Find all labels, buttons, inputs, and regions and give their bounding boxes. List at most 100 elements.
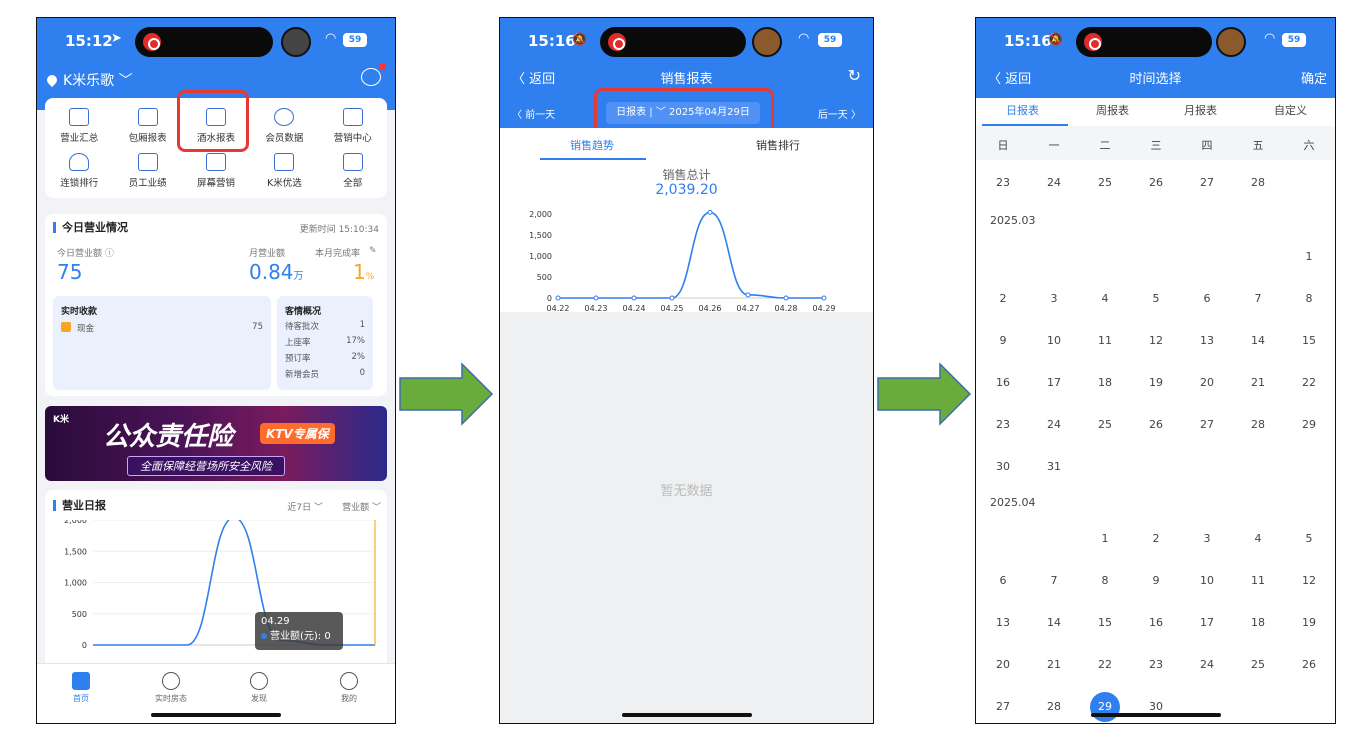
grid-item-member-data[interactable]: 会员数据 [250,108,318,150]
range-filter[interactable]: 近7日 ﹀ [287,500,323,513]
calendar-day[interactable]: 4 [1240,532,1276,545]
calendar-day[interactable]: 11 [1087,334,1123,347]
chart-tooltip: 04.29 营业额(元): 0 [255,612,343,650]
tab-monthly[interactable]: 月报表 [1184,102,1217,118]
tab-custom[interactable]: 自定义 [1274,102,1307,118]
calendar-day[interactable]: 29 [1291,418,1327,431]
calendar-day[interactable]: 20 [1189,376,1225,389]
next-day-button[interactable]: 后一天 〉 [818,106,861,121]
calendar-day[interactable]: 6 [985,574,1021,587]
calendar-day[interactable]: 8 [1087,574,1123,587]
grid-item-chain-ranking[interactable]: 连锁排行 [45,153,113,195]
calendar-day[interactable]: 27 [1189,176,1225,189]
calendar-day[interactable]: 15 [1291,334,1327,347]
grid-item-all[interactable]: 全部 [319,153,387,195]
tab-sales-ranking[interactable]: 销售排行 [756,137,800,153]
calendar-day[interactable]: 30 [1138,700,1174,713]
calendar-day[interactable]: 6 [1189,292,1225,305]
calendar-day[interactable]: 16 [1138,616,1174,629]
tab-weekly[interactable]: 周报表 [1096,102,1129,118]
tab-daily[interactable]: 日报表 [1006,102,1039,118]
calendar-day[interactable]: 25 [1087,176,1123,189]
calendar-day[interactable]: 24 [1189,658,1225,671]
prev-day-button[interactable]: 〈 前一天 [512,106,555,121]
calendar-day[interactable]: 1 [1087,532,1123,545]
calendar-day[interactable]: 7 [1240,292,1276,305]
store-selector[interactable]: K米乐歌 ﹀ [44,70,133,90]
confirm-button[interactable]: 确定 [1301,68,1327,87]
calendar-day[interactable]: 5 [1291,532,1327,545]
guest-overview-panel[interactable]: 客情概况 待客批次 1 上座率 17% 预订率 2% 新增会员 0 [277,296,373,390]
calendar-day[interactable]: 26 [1138,418,1174,431]
calendar-day[interactable]: 23 [985,418,1021,431]
calendar-day[interactable]: 27 [1189,418,1225,431]
calendar-day[interactable]: 24 [1036,176,1072,189]
grid-item-staff-performance[interactable]: 员工业绩 [113,153,181,195]
calendar-day[interactable]: 27 [985,700,1021,713]
tab-room-status[interactable]: 实时房态 [141,672,201,704]
tab-home[interactable]: 首页 [51,672,111,704]
calendar-day[interactable]: 7 [1036,574,1072,587]
tab-sales-trend[interactable]: 销售趋势 [570,137,614,153]
calendar-day[interactable]: 14 [1240,334,1276,347]
calendar-day[interactable]: 20 [985,658,1021,671]
calendar-day[interactable]: 21 [1036,658,1072,671]
calendar-day[interactable]: 23 [1138,658,1174,671]
calendar-day[interactable]: 2 [1138,532,1174,545]
calendar-day[interactable]: 28 [1240,418,1276,431]
grid-item-marketing-center[interactable]: 营销中心 [319,108,387,150]
grid-item-sales-summary[interactable]: 营业汇总 [45,108,113,150]
grid-item-kmi-select[interactable]: K米优选 [250,153,318,195]
realtime-income-panel[interactable]: 实时收款 现金 75 [53,296,271,390]
grid-item-screen-marketing[interactable]: 屏幕营销 [182,153,250,195]
tab-discover[interactable]: 发现 [229,672,289,704]
calendar-day[interactable]: 4 [1087,292,1123,305]
metric-filter[interactable]: 营业额 ﹀ [342,500,381,513]
calendar-day[interactable]: 19 [1138,376,1174,389]
calendar-day[interactable]: 30 [985,460,1021,473]
calendar-day[interactable]: 3 [1189,532,1225,545]
edit-icon[interactable]: ✎ [369,246,377,256]
calendar-day[interactable]: 13 [985,616,1021,629]
calendar-day[interactable]: 22 [1087,658,1123,671]
calendar-day[interactable]: 14 [1036,616,1072,629]
calendar-day[interactable]: 18 [1240,616,1276,629]
calendar-day[interactable]: 12 [1138,334,1174,347]
message-icon[interactable] [361,63,386,86]
calendar-day[interactable]: 11 [1240,574,1276,587]
calendar-day[interactable]: 9 [1138,574,1174,587]
insurance-banner[interactable]: K米 公众责任险 KTV专属保 全面保障经营场所安全风险 [45,406,387,481]
calendar-day[interactable]: 17 [1189,616,1225,629]
calendar-day[interactable]: 28 [1036,700,1072,713]
grid-item-room-report[interactable]: 包厢报表 [113,108,181,150]
calendar-day[interactable]: 17 [1036,376,1072,389]
calendar-day[interactable]: 26 [1291,658,1327,671]
calendar-day[interactable]: 3 [1036,292,1072,305]
calendar-day[interactable]: 23 [985,176,1021,189]
calendar-day[interactable]: 8 [1291,292,1327,305]
calendar-day[interactable]: 9 [985,334,1021,347]
calendar-day[interactable]: 13 [1189,334,1225,347]
tab-mine[interactable]: 我的 [319,672,379,704]
sales-trend-chart[interactable]: 2,000 1,500 1,000 500 004.22 04.23 04.24 04.25 0… [500,192,873,312]
calendar-day[interactable]: 12 [1291,574,1327,587]
refresh-icon[interactable]: ↻ [848,66,861,85]
calendar-day[interactable]: 1 [1291,250,1327,263]
calendar-day[interactable]: 10 [1189,574,1225,587]
calendar-day[interactable]: 28 [1240,176,1276,189]
calendar-day[interactable]: 5 [1138,292,1174,305]
calendar-day[interactable]: 18 [1087,376,1123,389]
calendar-day[interactable]: 26 [1138,176,1174,189]
calendar-day[interactable]: 16 [985,376,1021,389]
calendar-day[interactable]: 31 [1036,460,1072,473]
calendar-day[interactable]: 21 [1240,376,1276,389]
selected-day[interactable]: 29 [1090,692,1120,722]
calendar-day[interactable]: 19 [1291,616,1327,629]
calendar-day[interactable]: 25 [1087,418,1123,431]
calendar-day[interactable]: 10 [1036,334,1072,347]
calendar-day[interactable]: 24 [1036,418,1072,431]
calendar-day[interactable]: 15 [1087,616,1123,629]
calendar-day[interactable]: 2 [985,292,1021,305]
calendar-day[interactable]: 25 [1240,658,1276,671]
calendar-day[interactable]: 22 [1291,376,1327,389]
